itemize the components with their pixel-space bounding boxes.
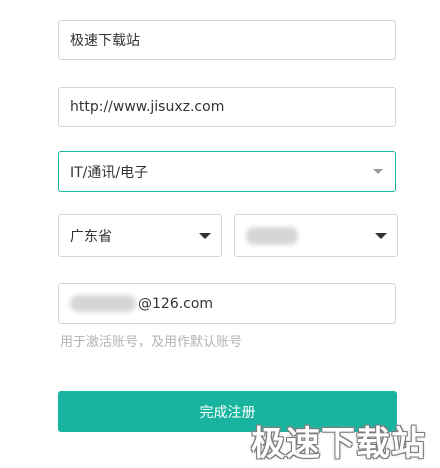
site-name-field[interactable] xyxy=(58,20,396,60)
email-field[interactable]: @126.com xyxy=(58,283,396,324)
registration-form: IT/通讯/电子 广东省 @126.com 用于激活账号，及用作默认账号 完成注… xyxy=(0,0,440,468)
chevron-down-icon xyxy=(375,232,387,239)
city-select[interactable] xyxy=(234,214,398,257)
chevron-down-icon xyxy=(199,232,211,239)
province-select[interactable]: 广东省 xyxy=(58,214,222,257)
industry-select[interactable]: IT/通讯/电子 xyxy=(58,151,396,192)
site-url-input[interactable] xyxy=(70,99,395,115)
email-local-part-redacted xyxy=(70,295,136,312)
city-select-value-redacted xyxy=(246,226,298,245)
industry-select-value: IT/通讯/电子 xyxy=(70,164,149,181)
watermark-logo: 极速下载站 xyxy=(251,424,426,464)
site-name-input[interactable] xyxy=(70,32,395,48)
province-select-value: 广东省 xyxy=(70,228,112,245)
chevron-down-icon xyxy=(373,169,383,174)
site-url-field[interactable] xyxy=(58,87,396,127)
email-hint: 用于激活账号，及用作默认账号 xyxy=(60,335,243,350)
email-domain-text: @126.com xyxy=(138,295,214,312)
